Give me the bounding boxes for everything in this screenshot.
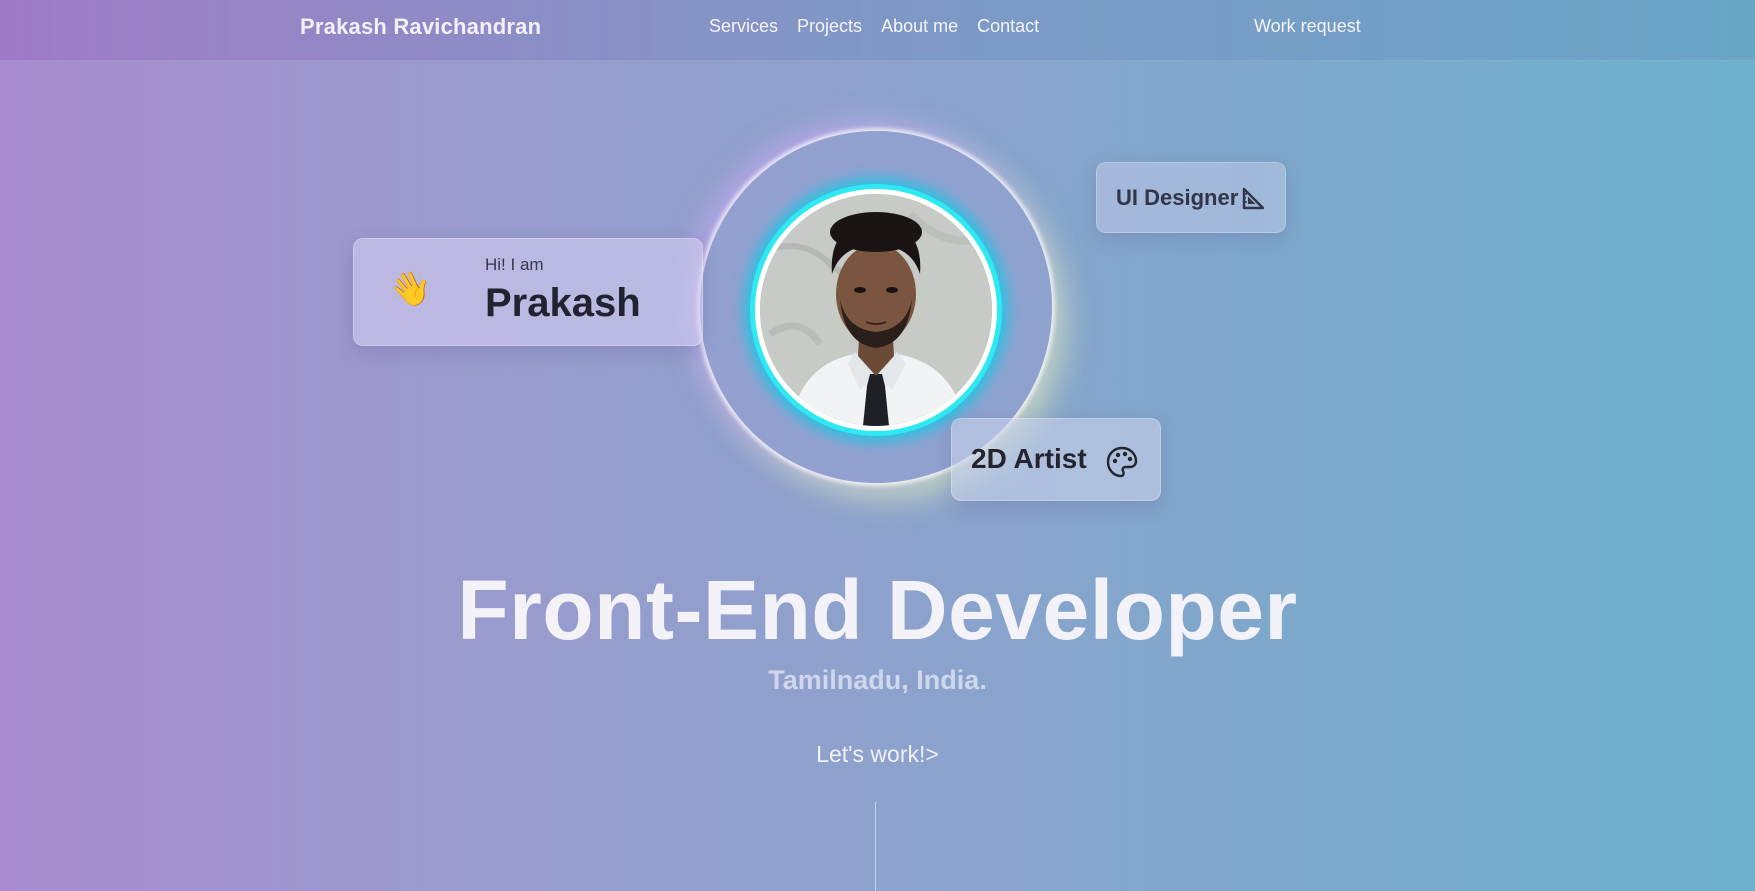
cta-wrapper: Let's work!> — [0, 741, 1755, 768]
2d-artist-badge: 2D Artist — [951, 418, 1161, 501]
nav-link-contact[interactable]: Contact — [977, 16, 1039, 37]
greeting-card: 👋 Hi! I am Prakash — [353, 238, 703, 346]
greeting-name: Prakash — [485, 281, 641, 325]
nav-link-projects[interactable]: Projects — [797, 16, 862, 37]
triangle-ruler-icon — [1240, 186, 1266, 212]
nav-link-about[interactable]: About me — [881, 16, 958, 37]
palette-icon — [1105, 445, 1139, 479]
hero-title: Front-End Developer — [457, 563, 1298, 657]
profile-photo — [760, 194, 992, 426]
scroll-divider-line — [875, 802, 876, 891]
nav-link-services[interactable]: Services — [709, 16, 778, 37]
waving-hand-icon: 👋 — [389, 270, 432, 308]
lets-work-button[interactable]: Let's work!> — [816, 741, 939, 767]
nav-links: Services Projects About me Contact — [709, 16, 1039, 37]
work-request-link[interactable]: Work request — [1254, 16, 1361, 37]
hero-location: Tamilnadu, India. — [768, 665, 987, 695]
brand-logo-text[interactable]: Prakash Ravichandran — [300, 14, 541, 40]
ui-designer-label: UI Designer — [1116, 185, 1239, 210]
greeting-intro: Hi! I am — [485, 255, 544, 274]
ui-designer-badge: UI Designer — [1096, 162, 1286, 233]
2d-artist-label: 2D Artist — [971, 443, 1087, 474]
navbar: Prakash Ravichandran Services Projects A… — [0, 0, 1755, 61]
